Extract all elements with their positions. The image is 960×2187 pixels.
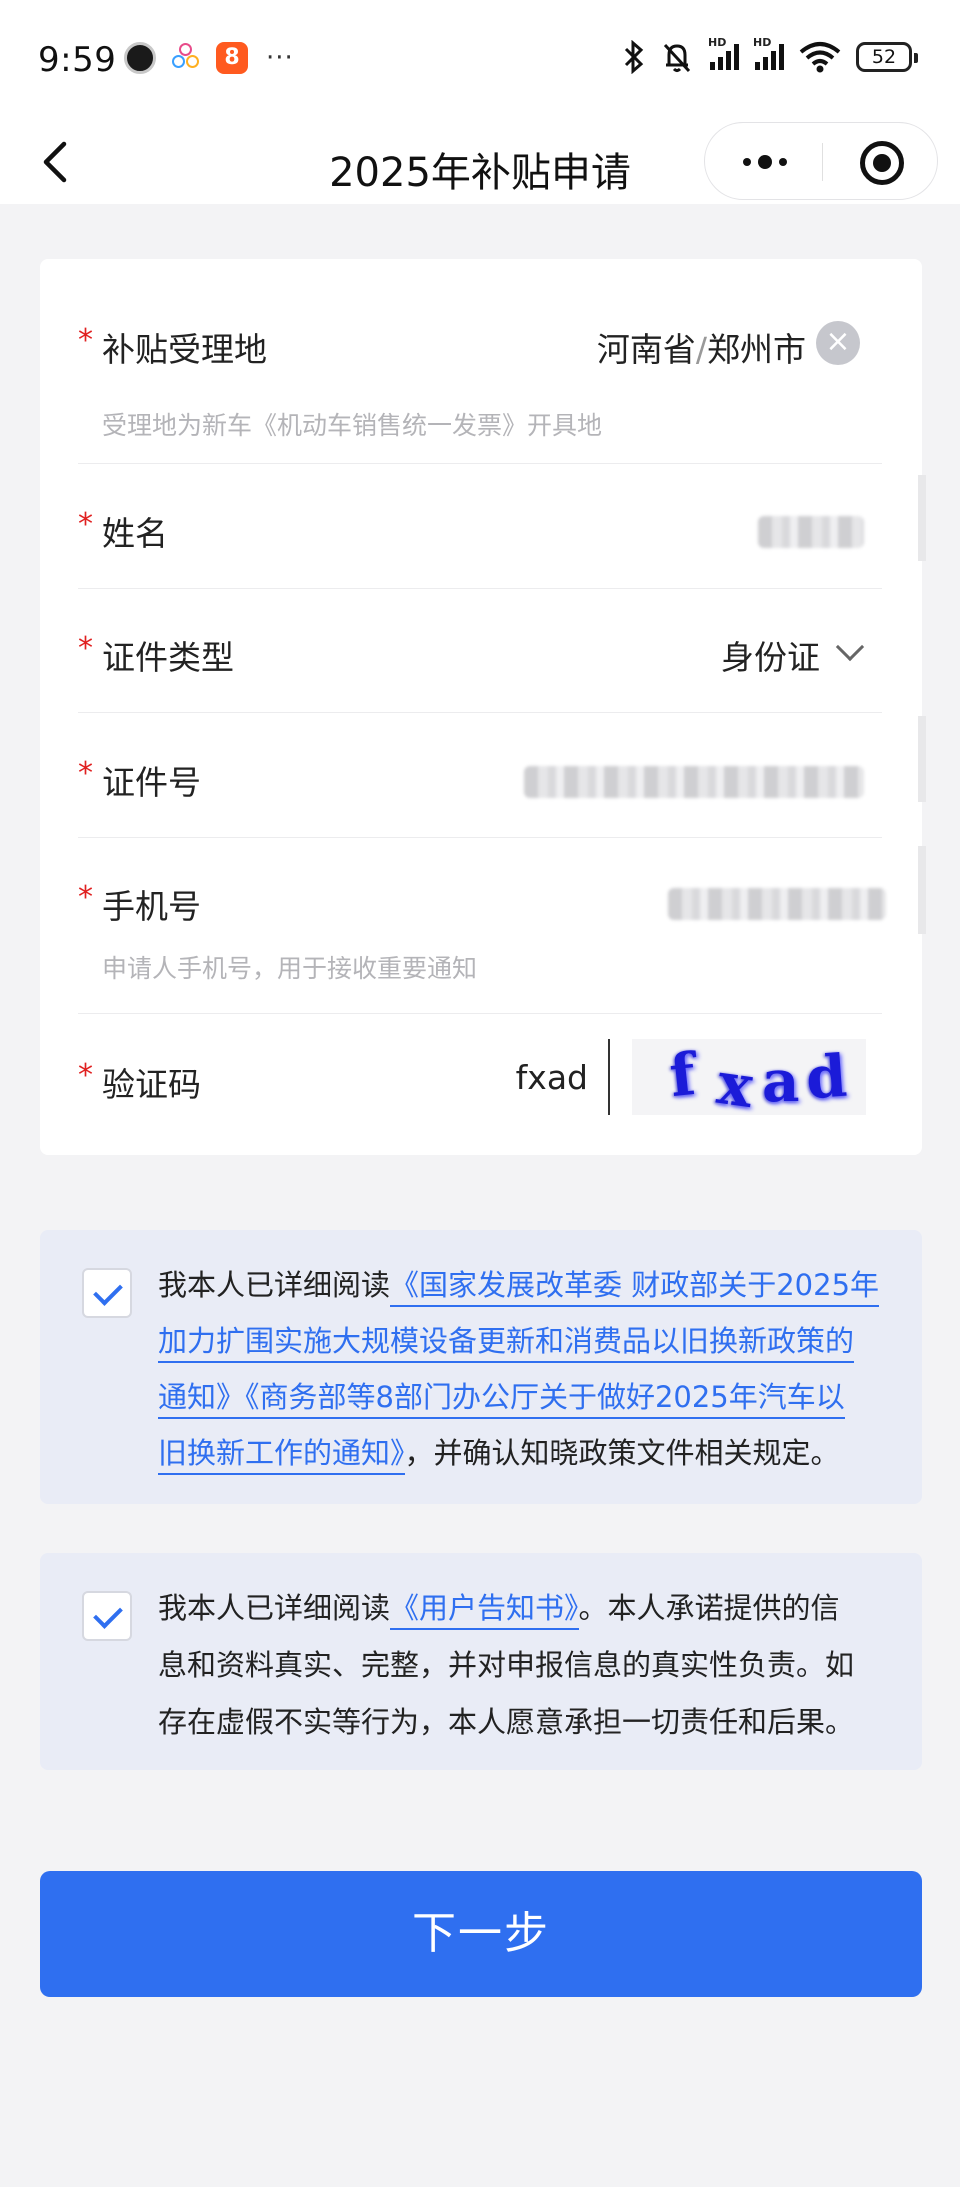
battery-indicator: 52 bbox=[856, 42, 918, 72]
agreement-text: 我本人已详细阅读 bbox=[158, 1591, 391, 1625]
location-row[interactable]: * 补贴受理地 河南省/郑州市 × 受理地为新车《机动车销售统一发票》开具地 bbox=[78, 321, 882, 440]
next-step-button[interactable]: 下一步 bbox=[40, 1871, 922, 1997]
camera-app-icon bbox=[124, 42, 156, 74]
status-left-icons: 8 ··· bbox=[124, 42, 294, 74]
required-mark: * bbox=[78, 756, 93, 791]
bluetooth-icon bbox=[624, 40, 644, 74]
application-form-card: * 补贴受理地 河南省/郑州市 × 受理地为新车《机动车销售统一发票》开具地 *… bbox=[40, 259, 922, 1155]
captcha-char: x bbox=[713, 1048, 758, 1115]
divider bbox=[78, 712, 882, 713]
required-mark: * bbox=[78, 323, 93, 358]
agreement-line: 加力扩围实施大规模设备更新和消费品以旧换新政策的 bbox=[158, 1318, 855, 1363]
clear-location-icon[interactable]: × bbox=[816, 321, 860, 365]
agreement-text: 。本人承诺提供的信 bbox=[578, 1591, 840, 1625]
mini-program-capsule bbox=[704, 122, 938, 200]
phone-hint: 申请人手机号，用于接收重要通知 bbox=[102, 954, 478, 983]
policy-link[interactable]: 《国家发展改革委 财政部关于2025年 bbox=[390, 1268, 880, 1307]
nav-bar: 2025年补贴申请 bbox=[0, 120, 960, 204]
divider bbox=[78, 588, 882, 589]
hd-label: HD bbox=[708, 36, 727, 49]
city-value: 郑州市 bbox=[707, 330, 806, 369]
id-type-value[interactable]: 身份证 bbox=[721, 631, 820, 679]
page-title-text: 2025年补贴申请 bbox=[329, 150, 631, 196]
name-value-blurred[interactable] bbox=[758, 516, 864, 548]
status-time: 9:59 bbox=[38, 40, 117, 80]
captcha-char: f bbox=[666, 1039, 699, 1111]
agreement-line: 通知》《商务部等8部门办公厅关于做好2025年汽车以 bbox=[158, 1374, 845, 1419]
capsule-divider bbox=[822, 143, 823, 181]
divider bbox=[78, 463, 882, 464]
id-number-label: 证件号 bbox=[102, 763, 201, 802]
status-bar: 9:59 8 ··· HD HD 52 bbox=[0, 0, 960, 120]
edge-mark bbox=[918, 716, 926, 802]
edge-mark bbox=[918, 475, 926, 561]
policy-link[interactable]: 通知》《商务部等8部门办公厅关于做好2025年汽车以 bbox=[158, 1380, 845, 1419]
captcha-char: d bbox=[803, 1041, 849, 1113]
shopping-app-icon: 8 bbox=[216, 42, 248, 74]
signal-strength-icon: HD bbox=[708, 36, 739, 70]
captcha-image[interactable]: f x a d bbox=[632, 1039, 866, 1115]
wifi-icon bbox=[799, 42, 841, 73]
location-separator: / bbox=[695, 330, 707, 369]
close-mini-program-icon[interactable] bbox=[860, 141, 904, 185]
user-notice-agreement-box: 我本人已详细阅读《用户告知书》。本人承诺提供的信 息和资料真实、完整，并对申报信… bbox=[40, 1553, 922, 1770]
name-label: 姓名 bbox=[102, 514, 168, 553]
id-number-row[interactable]: * 证件号 bbox=[78, 756, 882, 806]
location-label: 补贴受理地 bbox=[102, 330, 267, 369]
agreement-line: 我本人已详细阅读《用户告知书》。本人承诺提供的信 bbox=[158, 1585, 840, 1630]
edge-mark bbox=[918, 846, 926, 934]
status-right-icons: HD HD 52 bbox=[622, 36, 918, 74]
chevron-down-icon[interactable] bbox=[835, 632, 865, 662]
captcha-input[interactable]: fxad bbox=[516, 1058, 588, 1097]
agreement-line: 存在虚假不实等行为，本人愿意承担一切责任和后果。 bbox=[158, 1705, 855, 1739]
policy-agreement-box: 我本人已详细阅读《国家发展改革委 财政部关于2025年 加力扩围实施大规模设备更… bbox=[40, 1230, 922, 1504]
divider bbox=[78, 837, 882, 838]
phone-row[interactable]: * 手机号 申请人手机号，用于接收重要通知 bbox=[78, 880, 886, 983]
required-mark: * bbox=[78, 507, 93, 542]
policy-agreement-checkbox[interactable] bbox=[82, 1268, 132, 1318]
flower-app-icon bbox=[170, 42, 202, 74]
divider bbox=[78, 1013, 882, 1014]
more-menu-icon[interactable] bbox=[735, 145, 795, 179]
name-row[interactable]: * 姓名 bbox=[78, 507, 882, 557]
agreement-line: 息和资料真实、完整，并对申报信息的真实性负责。如 bbox=[158, 1648, 855, 1682]
agreement-line: 旧换新工作的通知》，并确认知晓政策文件相关规定。 bbox=[158, 1430, 840, 1475]
location-value[interactable]: 河南省/郑州市 bbox=[597, 323, 806, 371]
id-type-label: 证件类型 bbox=[102, 638, 234, 677]
captcha-char: a bbox=[762, 1047, 800, 1115]
mute-bell-icon bbox=[663, 43, 691, 73]
policy-link[interactable]: 加力扩围实施大规模设备更新和消费品以旧换新政策的 bbox=[158, 1324, 855, 1363]
required-mark: * bbox=[78, 880, 93, 915]
captcha-divider bbox=[608, 1039, 610, 1115]
user-notice-checkbox[interactable] bbox=[82, 1591, 132, 1641]
agreement-text: ，并确认知晓政策文件相关规定。 bbox=[404, 1436, 840, 1470]
policy-link[interactable]: 旧换新工作的通知》 bbox=[158, 1436, 405, 1475]
captcha-row[interactable]: * 验证码 fxad f x a d bbox=[78, 1039, 882, 1119]
agreement-text: 我本人已详细阅读 bbox=[158, 1268, 391, 1302]
more-notifications-icon: ··· bbox=[266, 43, 294, 73]
required-mark: * bbox=[78, 1058, 93, 1093]
user-notice-link[interactable]: 《用户告知书》 bbox=[390, 1591, 579, 1630]
required-mark: * bbox=[78, 631, 93, 666]
phone-label: 手机号 bbox=[102, 887, 201, 926]
agreement-line: 我本人已详细阅读《国家发展改革委 财政部关于2025年 bbox=[158, 1262, 880, 1307]
signal-strength-icon-2: HD bbox=[753, 36, 784, 70]
id-number-value-blurred[interactable] bbox=[524, 766, 864, 798]
id-type-row[interactable]: * 证件类型 身份证 bbox=[78, 631, 882, 681]
captcha-label: 验证码 bbox=[102, 1065, 201, 1104]
location-hint: 受理地为新车《机动车销售统一发票》开具地 bbox=[102, 411, 603, 440]
province-value: 河南省 bbox=[596, 330, 696, 369]
hd-label-2: HD bbox=[753, 36, 772, 49]
phone-value-blurred[interactable] bbox=[668, 888, 886, 920]
